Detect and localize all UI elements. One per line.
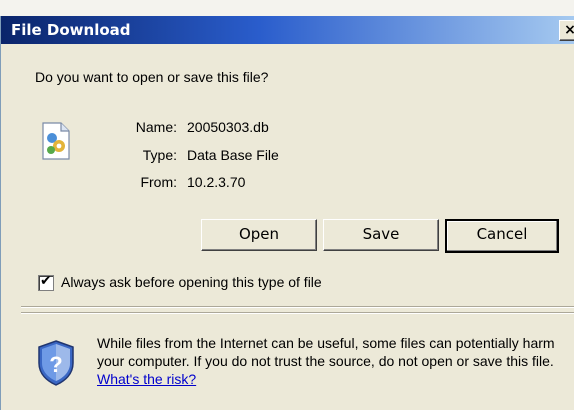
cancel-button[interactable]: Cancel (445, 219, 559, 253)
type-value: Data Base File (187, 147, 279, 163)
file-icon (42, 122, 70, 160)
svg-text:?: ? (49, 352, 62, 377)
always-ask-checkbox[interactable]: ✔ (38, 273, 54, 291)
type-label: Type: (142, 147, 177, 163)
open-button[interactable]: Open (201, 219, 317, 251)
close-icon: × (564, 22, 574, 38)
file-download-dialog: File Download × Do you want to open or s… (0, 16, 574, 410)
always-ask-label[interactable]: Always ask before opening this type of f… (61, 274, 322, 290)
background-strip (0, 0, 574, 16)
checkmark-icon: ✔ (40, 273, 52, 289)
name-label: Name: (135, 119, 177, 135)
risk-link[interactable]: What's the risk? (97, 371, 196, 387)
separator (21, 312, 574, 314)
shield-icon: ? (38, 340, 74, 386)
dialog-title: File Download (11, 21, 131, 39)
save-button[interactable]: Save (323, 219, 439, 251)
prompt-text: Do you want to open or save this file? (35, 69, 269, 85)
title-bar[interactable]: File Download × (1, 16, 574, 44)
warning-message: While files from the Internet can be use… (97, 335, 555, 369)
close-button[interactable]: × (559, 20, 574, 41)
from-label: From: (140, 174, 177, 190)
warning-text: While files from the Internet can be use… (97, 334, 557, 388)
from-value: 10.2.3.70 (187, 174, 246, 190)
name-value: 20050303.db (187, 119, 269, 135)
separator (21, 306, 574, 308)
